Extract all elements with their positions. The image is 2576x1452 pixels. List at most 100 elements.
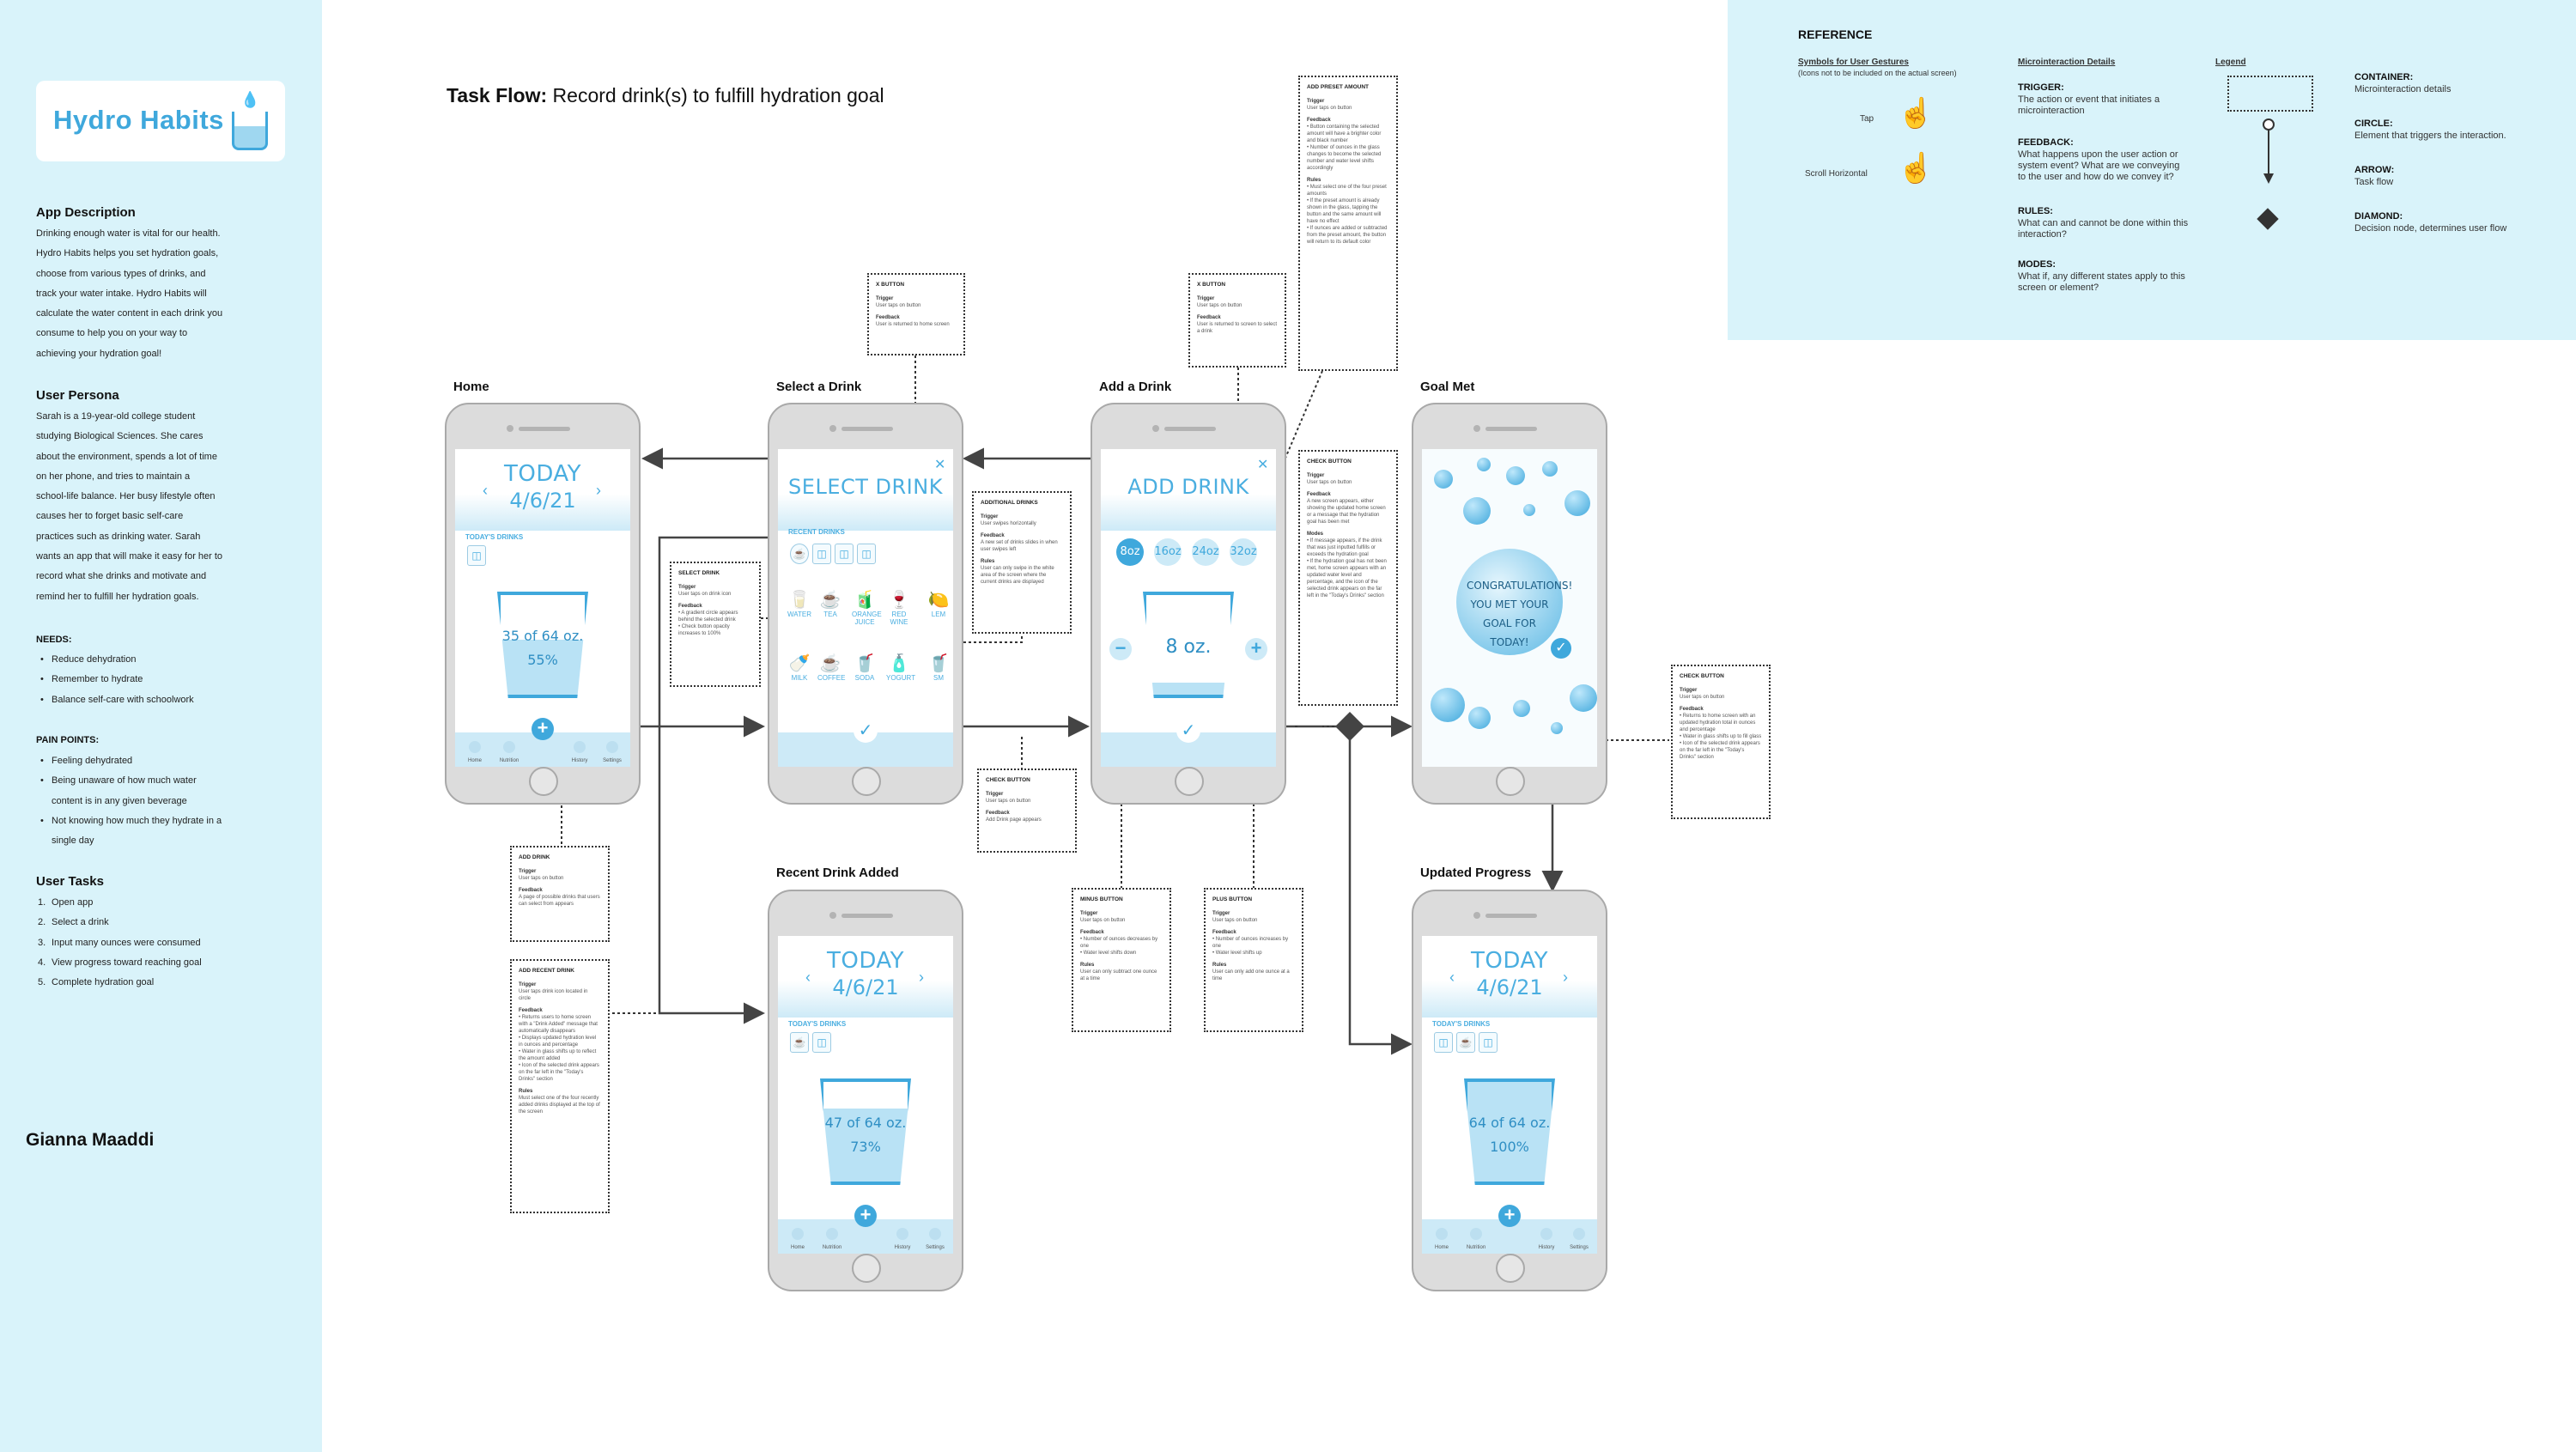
settings-nav-icon[interactable]: [929, 1228, 941, 1240]
history-nav-icon[interactable]: [896, 1228, 908, 1240]
note-list-item: • Icon of the selected drink appears on …: [1680, 741, 1760, 760]
next-day-chevron-icon[interactable]: ›: [919, 969, 924, 987]
recent-drink-1-icon[interactable]: ☕: [790, 544, 809, 564]
note-list-item: • Number of ounces decreases by one: [1080, 937, 1158, 949]
home-nav-icon[interactable]: [469, 741, 481, 753]
nav-settings-label: Settings: [1570, 1245, 1589, 1250]
plus-button[interactable]: +: [1245, 638, 1267, 660]
flow-connectors: [538, 355, 1669, 1055]
home-percent: 55%: [527, 652, 558, 668]
drink-option-water[interactable]: 🥛 WATER: [787, 590, 812, 618]
prev-day-chevron-icon[interactable]: ‹: [1449, 969, 1455, 987]
screen-label-add: Add a Drink: [1099, 380, 1172, 394]
prev-day-chevron-icon[interactable]: ‹: [483, 482, 488, 500]
drink-option-tea[interactable]: ☕ TEA: [817, 590, 843, 618]
select-drink-phone: SELECT DRINK ✕ RECENT DRINKS ☕ ◫ ◫ ◫ 🥛 WA…: [768, 403, 963, 805]
add-drink-plus-button[interactable]: +: [1498, 1205, 1521, 1227]
drink-option-red-wine[interactable]: 🍷 RED WINE: [886, 590, 912, 626]
drink-option-yogurt[interactable]: 🧴 YOGURT: [886, 653, 915, 682]
screen-label-goal: Goal Met: [1420, 380, 1475, 394]
settings-nav-icon[interactable]: [1573, 1228, 1585, 1240]
note-additional-drinks: ADDITIONAL DRINKS Trigger User swipes hor…: [972, 491, 1072, 634]
water-drink-icon[interactable]: ◫: [812, 1032, 831, 1053]
milk-icon: 🍼: [788, 654, 811, 673]
goal-met-phone: CONGRATULATIONS! YOU MET YOUR GOAL FOR T…: [1412, 403, 1607, 805]
recent-title: TODAY: [826, 948, 905, 974]
note-list-item: • Button containing the selected amount …: [1307, 125, 1382, 143]
prev-day-chevron-icon[interactable]: ‹: [805, 969, 811, 987]
drink-option-smoothie[interactable]: 🥤 SM: [926, 653, 951, 682]
select-check-button[interactable]: ✓: [854, 719, 878, 743]
screen-label-select: Select a Drink: [776, 380, 862, 394]
note-check-button-goal: CHECK BUTTON Trigger User taps on button …: [1671, 665, 1771, 819]
add-drink-plus-button[interactable]: +: [532, 718, 554, 740]
note-x-button-add: X BUTTON Trigger User taps on button Feed…: [1188, 273, 1286, 368]
add-check-button[interactable]: ✓: [1176, 719, 1200, 743]
nutrition-nav-icon[interactable]: [1470, 1228, 1482, 1240]
nav-history-label: History: [1538, 1245, 1555, 1250]
nav-history-label: History: [894, 1245, 911, 1250]
drink-option-milk[interactable]: 🍼 MILK: [787, 653, 812, 682]
note-plus-button: PLUS BUTTON Trigger User taps on button F…: [1204, 888, 1303, 1032]
nutrition-nav-icon[interactable]: [826, 1228, 838, 1240]
recent-drink-3-icon[interactable]: ◫: [835, 544, 854, 564]
drink-option-orange-juice[interactable]: 🧃 ORANGE JUICE: [852, 590, 882, 626]
water-drink-icon-2[interactable]: ◫: [1479, 1032, 1498, 1053]
recent-drink-4-icon[interactable]: ◫: [857, 544, 876, 564]
note-list-item: • Water level shifts down: [1080, 951, 1137, 956]
note-list-item: • If the hydration goal has not been met…: [1307, 559, 1387, 598]
note-list-item: • A gradient circle appears behind the s…: [678, 611, 738, 623]
updated-amount: 64 of 64 oz.: [1468, 1115, 1551, 1131]
history-nav-icon[interactable]: [574, 741, 586, 753]
next-day-chevron-icon[interactable]: ›: [596, 482, 601, 500]
next-day-chevron-icon[interactable]: ›: [1563, 969, 1568, 987]
goal-check-button[interactable]: ✓: [1551, 638, 1571, 659]
note-list-item: • Water in glass shifts up to fill glass: [1680, 734, 1762, 739]
preset-24oz-button[interactable]: 24oz: [1192, 538, 1219, 566]
recent-drink-2-icon[interactable]: ◫: [812, 544, 831, 564]
recent-drinks-label: RECENT DRINKS: [788, 528, 845, 536]
drink-option-coffee[interactable]: ☕ COFFEE: [817, 653, 845, 682]
home-date: 4/6/21: [509, 489, 576, 513]
note-list-item: • Must select one of the four preset amo…: [1307, 185, 1387, 197]
home-nav-icon[interactable]: [1436, 1228, 1448, 1240]
home-nav-icon[interactable]: [792, 1228, 804, 1240]
drink-option-lemonade[interactable]: 🍋 LEM: [926, 590, 951, 618]
note-list-item: • Number of ounces in the glass changes …: [1307, 145, 1382, 171]
history-nav-icon[interactable]: [1540, 1228, 1552, 1240]
add-drink-plus-button[interactable]: +: [854, 1205, 877, 1227]
settings-nav-icon[interactable]: [606, 741, 618, 753]
nav-home-label: Home: [790, 1245, 805, 1250]
minus-button[interactable]: −: [1109, 638, 1132, 660]
tea-drink-icon[interactable]: ☕: [790, 1032, 809, 1053]
add-drink-title: ADD DRINK: [1127, 475, 1249, 499]
water-drink-icon[interactable]: ◫: [1434, 1032, 1453, 1053]
note-add-drink: ADD DRINK Trigger User taps on button Fee…: [510, 846, 610, 942]
smoothie-icon: 🥤: [927, 654, 950, 673]
add-amount: 8 oz.: [1165, 636, 1212, 658]
goal-met-message: CONGRATULATIONS! YOU MET YOUR GOAL FOR T…: [1467, 580, 1573, 648]
nav-home-label: Home: [467, 758, 482, 763]
tea-drink-icon[interactable]: ☕: [1456, 1032, 1475, 1053]
note-check-button-select: CHECK BUTTON Trigger User taps on button …: [977, 769, 1077, 853]
preset-8oz-button[interactable]: 8oz: [1116, 538, 1144, 566]
coffee-icon: ☕: [819, 654, 841, 673]
close-x-icon[interactable]: ✕: [934, 456, 945, 473]
screen-label-recent: Recent Drink Added: [776, 866, 899, 880]
note-select-drink: SELECT DRINK Trigger User taps on drink i…: [670, 562, 761, 687]
note-list-item: • If message appears, if the drink that …: [1307, 538, 1382, 557]
nutrition-nav-icon[interactable]: [503, 741, 515, 753]
todays-drinks-label: TODAY'S DRINKS: [465, 533, 524, 541]
note-list-item: • Water level shifts up: [1212, 951, 1262, 956]
preset-16oz-button[interactable]: 16oz: [1154, 538, 1182, 566]
preset-32oz-button[interactable]: 32oz: [1230, 538, 1257, 566]
select-drink-title: SELECT DRINK: [788, 475, 943, 499]
updated-water-glass: 64 of 64 oz. 100%: [1464, 1078, 1555, 1185]
water-drink-icon[interactable]: ◫: [467, 545, 486, 566]
todays-drinks-label: TODAY'S DRINKS: [788, 1020, 847, 1028]
drink-option-soda[interactable]: 🥤 SODA: [852, 653, 878, 682]
home-screen: TODAY 4/6/21 ‹ › TODAY'S DRINKS ◫ 35 of …: [455, 449, 630, 767]
water-level-fill: [1146, 683, 1230, 695]
close-x-icon[interactable]: ✕: [1257, 456, 1268, 473]
soda-icon: 🥤: [854, 654, 876, 673]
